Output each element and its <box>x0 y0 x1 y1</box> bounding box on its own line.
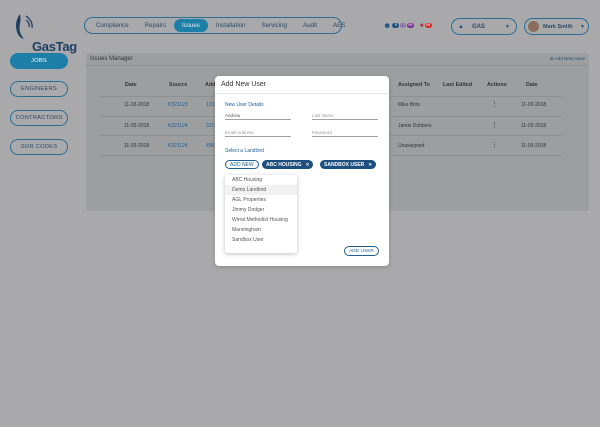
sidebar-item-engineers[interactable]: ENGINEERS <box>10 81 68 97</box>
add-user-button[interactable]: ADD USER <box>344 246 379 256</box>
users-badge: 5 <box>392 23 400 28</box>
cell-date: 11-03-2018 <box>124 102 150 108</box>
cell-date-2: 11-03-2018 <box>521 143 547 149</box>
main-nav: Compliance Repairs Issues Installation S… <box>84 17 345 34</box>
panel-title: Issues Manager <box>90 56 133 62</box>
add-user-modal: Add New User New User Details Andrew Las… <box>215 76 389 266</box>
chevron-down-icon: ▼ <box>505 23 510 30</box>
landlord-dropdown: ABC Housing Demo Landlord AGL Properties… <box>225 175 297 253</box>
last-name-field[interactable]: Last Name <box>312 112 378 120</box>
add-issue-button[interactable]: ⊕ Add New Issue <box>550 56 585 62</box>
tab-audit[interactable]: Audit <box>295 19 325 32</box>
modal-divider <box>215 93 389 94</box>
column-header-address[interactable]: Add <box>205 82 215 88</box>
column-header-last-edited[interactable]: Last Edited <box>443 82 472 88</box>
cell-date-2: 11-03-2018 <box>521 102 547 108</box>
flame-small-icon: ▲ <box>458 23 464 30</box>
modal-title: Add New User <box>221 81 267 88</box>
more-actions-icon[interactable]: ⋮ <box>491 100 498 108</box>
more-actions-icon[interactable]: ⋮ <box>491 141 498 149</box>
cell-source-link[interactable]: K321124 <box>168 143 188 149</box>
user-menu[interactable]: Mark Smith ▼ <box>524 18 589 35</box>
tab-compliance[interactable]: Compliance <box>88 19 137 32</box>
sidebar-item-jobs[interactable]: JOBS <box>10 53 68 69</box>
column-header-source[interactable]: Source <box>169 82 187 88</box>
cell-address[interactable]: 321 <box>206 123 214 129</box>
cell-date: 11-03-2018 <box>124 143 150 149</box>
dropdown-option[interactable]: Jimmy Dodger <box>225 205 297 215</box>
fuel-select[interactable]: ▲ GAS ▼ <box>451 18 517 35</box>
tab-installation[interactable]: Installation <box>208 19 254 32</box>
landlord-chip-sandbox-user[interactable]: SANDBOX USER ✕ <box>320 160 377 169</box>
bell-notification[interactable]: ♠ 99 <box>420 21 432 30</box>
close-icon[interactable]: ✕ <box>306 162 310 168</box>
user-name: Mark Smith <box>543 23 573 30</box>
panel-header: Issues Manager ⊕ Add New Issue <box>86 53 589 66</box>
flame-icon <box>16 14 33 39</box>
landlord-chip-abc-housing[interactable]: ABC HOUSING ✕ <box>262 160 314 169</box>
dropdown-option[interactable]: Sandbox User <box>225 235 297 245</box>
cell-date-2: 11-03-2018 <box>521 123 547 129</box>
email-field[interactable]: Email Address <box>225 129 291 137</box>
tab-repairs[interactable]: Repairs <box>137 19 174 32</box>
cell-address[interactable]: 456 <box>206 143 214 149</box>
add-issue-label: Add New Issue <box>554 56 585 61</box>
password-field[interactable]: Password <box>312 129 378 137</box>
brand-name: GasTag <box>32 39 77 54</box>
tab-servicing[interactable]: Servicing <box>253 19 294 32</box>
dropdown-option[interactable]: ABC Housing <box>225 175 297 185</box>
column-header-date-2[interactable]: Date <box>526 82 538 88</box>
cell-assigned: Jamie Dobbers <box>398 123 432 129</box>
gastag-logo[interactable]: GasTag <box>12 12 77 54</box>
fuel-select-value: GAS <box>471 23 485 30</box>
chip-label: ABC HOUSING <box>266 161 302 168</box>
new-user-details-label: New User Details <box>225 102 264 108</box>
users-notification[interactable]: ☻ 5 <box>383 21 400 30</box>
column-header-actions[interactable]: Actions <box>487 82 507 88</box>
dropdown-option[interactable]: AGL Properties <box>225 195 297 205</box>
cell-assigned: Mike Brits <box>398 102 420 108</box>
users-icon: ☻ <box>383 21 392 30</box>
app-root: GasTag Compliance Repairs Issues Install… <box>0 0 600 427</box>
column-header-date[interactable]: Date <box>125 82 137 88</box>
avatar <box>528 21 539 32</box>
close-icon[interactable]: ✕ <box>368 162 372 168</box>
cell-assigned: Unassigned <box>398 143 425 149</box>
cell-source-link[interactable]: K321123 <box>168 102 188 108</box>
cell-address[interactable]: 123 <box>206 102 214 108</box>
dropdown-option[interactable]: Wirral Methodist Housing <box>225 215 297 225</box>
add-new-landlord-button[interactable]: ADD NEW <box>225 160 259 169</box>
dropdown-option-highlighted[interactable]: Demo Landlord <box>225 185 297 195</box>
tab-aes[interactable]: AES <box>325 19 353 32</box>
megaphone-badge: 99 <box>406 23 414 28</box>
sidebar-item-sor-codes[interactable]: SOR CODES <box>10 139 68 155</box>
column-header-assigned-to[interactable]: Assigned To <box>398 82 430 88</box>
tab-issues[interactable]: Issues <box>174 19 208 32</box>
cell-date: 11-03-2018 <box>124 123 150 129</box>
bell-icon: ♠ <box>420 22 424 29</box>
megaphone-icon: ✉ <box>400 22 406 30</box>
megaphone-notification[interactable]: ✉ 99 <box>400 21 414 30</box>
chip-label: SANDBOX USER <box>324 161 365 168</box>
cell-source-link[interactable]: K321124 <box>168 123 188 129</box>
chevron-down-icon: ▼ <box>580 23 585 30</box>
first-name-field[interactable]: Andrew <box>225 112 291 120</box>
bell-badge: 99 <box>424 23 432 28</box>
sidebar-item-contractors[interactable]: CONTRACTORS <box>10 110 68 126</box>
select-landlord-label: Select a Landlord <box>225 148 264 154</box>
dropdown-option[interactable]: Manningham <box>225 225 297 235</box>
more-actions-icon[interactable]: ⋮ <box>491 121 498 129</box>
